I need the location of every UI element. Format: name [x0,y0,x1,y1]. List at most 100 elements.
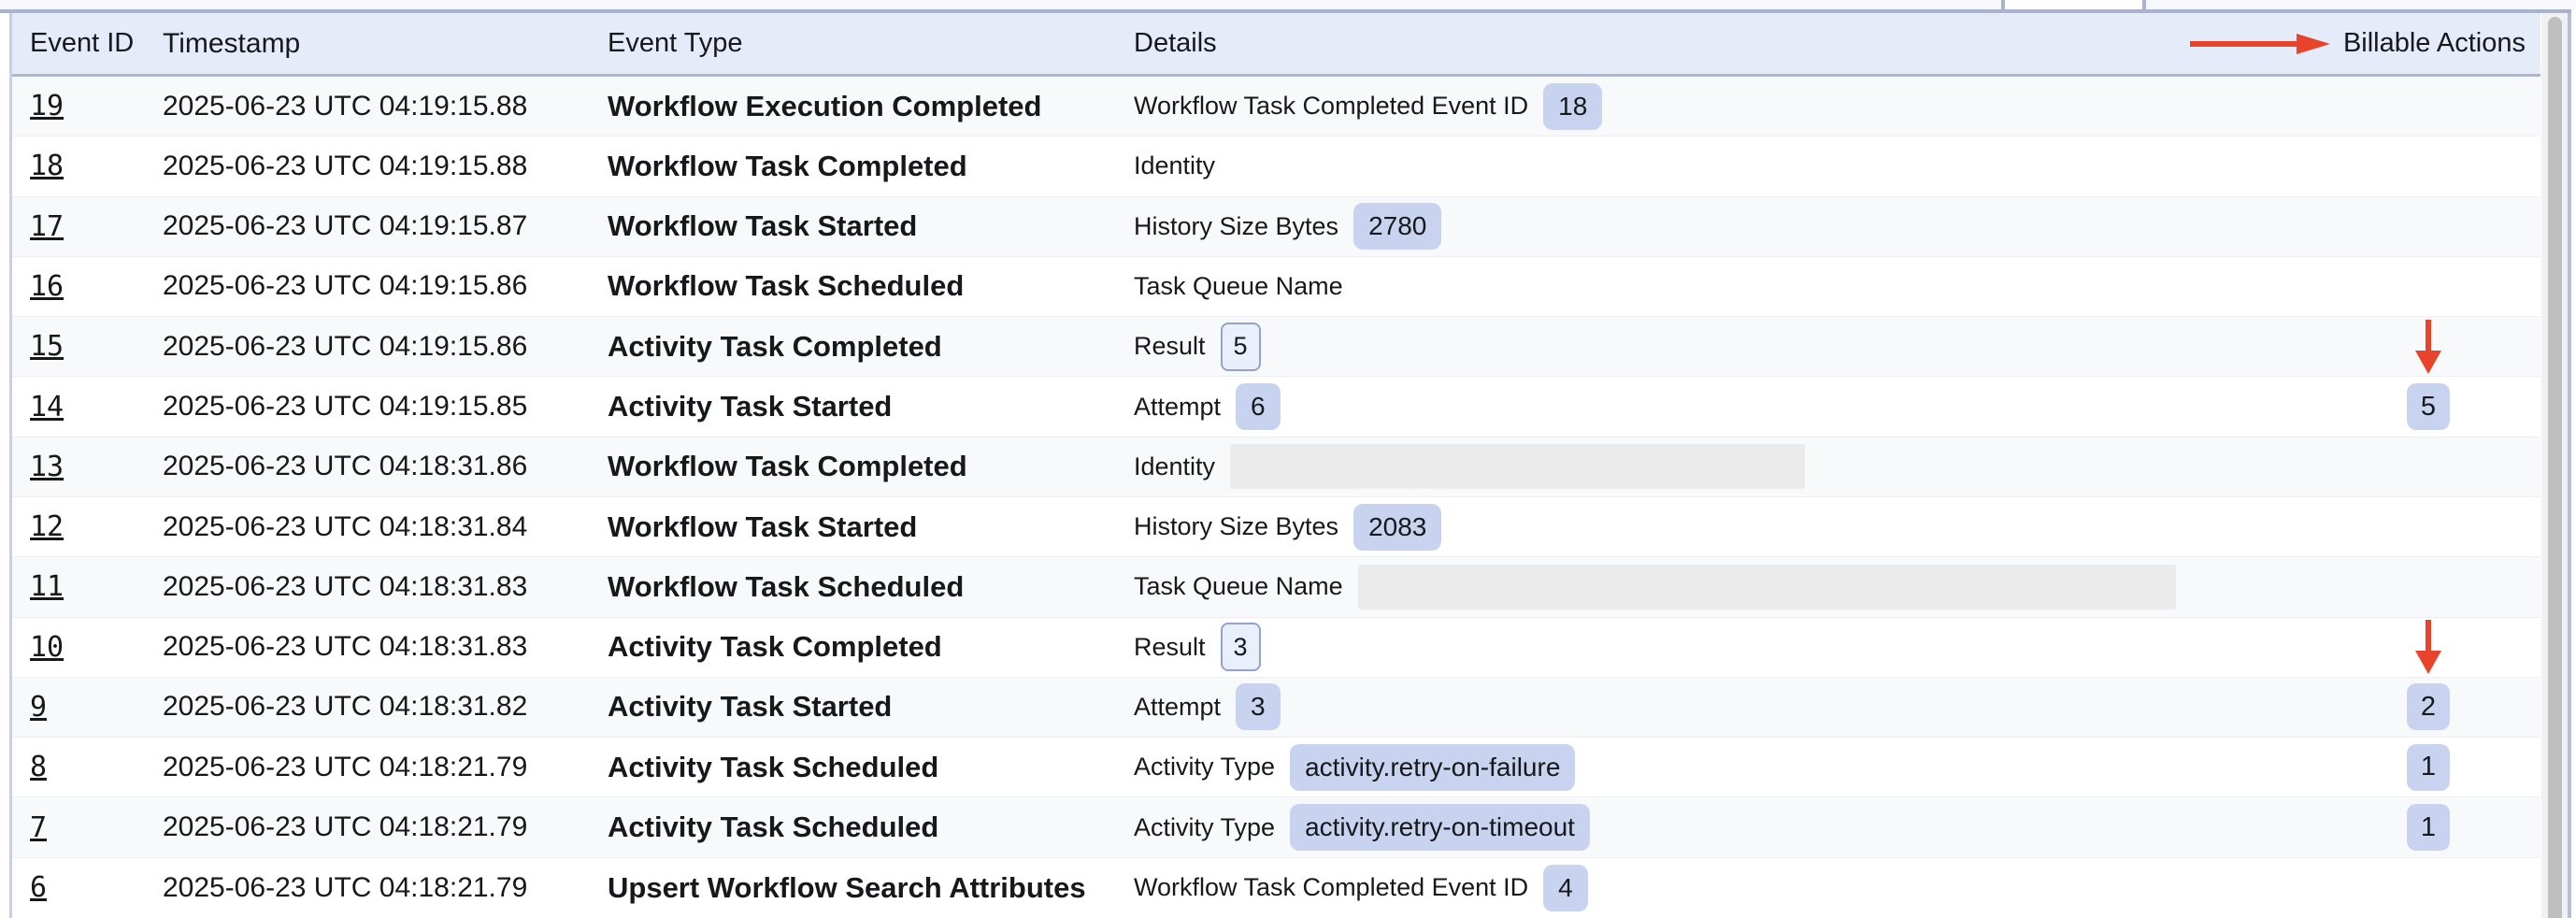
detail-label: Activity Type [1134,753,1275,782]
event-type: Workflow Execution Completed [606,90,1129,123]
detail-label: Result [1134,633,1206,662]
event-timestamp: 2025-06-23 UTC 04:19:15.86 [159,331,606,363]
annotation-arrow-down-icon [2410,620,2447,674]
billable-actions-count: 1 [2407,744,2450,791]
event-type: Workflow Task Started [606,209,1129,243]
detail-label: History Size Bytes [1134,212,1338,241]
detail-label: Workflow Task Completed Event ID [1134,92,1528,121]
event-type: Upsert Workflow Search Attributes [606,871,1129,905]
event-timestamp: 2025-06-23 UTC 04:18:31.83 [159,571,606,603]
detail-value-chip-outlined: 3 [1221,623,1261,671]
detail-label: History Size Bytes [1134,512,1338,541]
event-id-link[interactable]: 13 [30,451,64,483]
event-row[interactable]: 6 2025-06-23 UTC 04:18:21.79 Upsert Work… [12,858,2540,918]
event-timestamp: 2025-06-23 UTC 04:19:15.86 [159,270,606,302]
scrollbar [2540,13,2576,918]
event-row[interactable]: 11 2025-06-23 UTC 04:18:31.83 Workflow T… [12,557,2540,617]
event-type: Workflow Task Completed [606,450,1129,483]
detail-label: Task Queue Name [1134,572,1343,601]
event-row[interactable]: 18 2025-06-23 UTC 04:19:15.88 Workflow T… [12,136,2540,196]
event-timestamp: 2025-06-23 UTC 04:18:31.82 [159,691,606,723]
event-id-link[interactable]: 9 [30,691,47,724]
detail-value-chip-outlined: 5 [1221,323,1261,371]
window-edge-line [2568,13,2571,918]
event-id-link[interactable]: 7 [30,811,47,844]
detail-value-chip: 4 [1543,865,1588,911]
event-timestamp: 2025-06-23 UTC 04:18:21.79 [159,811,606,843]
detail-label: Workflow Task Completed Event ID [1134,873,1528,902]
active-tab-fragment [2001,0,2146,9]
billable-actions-count: 5 [2407,383,2450,430]
detail-value-chip: 18 [1543,83,1602,130]
event-timestamp: 2025-06-23 UTC 04:18:31.83 [159,631,606,663]
event-id-link[interactable]: 14 [30,391,64,423]
column-header-event-id: Event ID [12,28,159,59]
annotation-arrow-right-icon [2190,32,2330,56]
column-header-timestamp: Timestamp [159,28,606,60]
column-header-event-type: Event Type [606,28,1129,59]
table-header-row: Event ID Timestamp Event Type Details Bi… [12,13,2540,77]
column-header-billable-actions-label: Billable Actions [2343,28,2526,59]
redacted-value [1358,565,2176,610]
event-id-link[interactable]: 10 [30,631,64,664]
event-id-link[interactable]: 19 [30,90,64,122]
detail-value-chip: 2780 [1353,203,1441,250]
event-type: Activity Task Scheduled [606,751,1129,784]
event-row[interactable]: 10 2025-06-23 UTC 04:18:31.83 Activity T… [12,618,2540,678]
billable-actions-count: 2 [2407,683,2450,730]
table-body: 19 2025-06-23 UTC 04:19:15.88 Workflow E… [12,77,2540,918]
detail-value-chip: 3 [1236,683,1281,730]
event-row[interactable]: 7 2025-06-23 UTC 04:18:21.79 Activity Ta… [12,797,2540,857]
top-bar-remnant [0,0,2576,9]
event-type: Activity Task Completed [606,630,1129,664]
event-type: Activity Task Completed [606,330,1129,364]
event-id-link[interactable]: 8 [30,751,47,783]
event-history-screen: Event ID Timestamp Event Type Details Bi… [0,0,2576,918]
detail-label: Task Queue Name [1134,272,1343,301]
event-timestamp: 2025-06-23 UTC 04:19:15.88 [159,151,606,182]
annotation-arrow-down-icon [2410,320,2447,374]
event-row[interactable]: 15 2025-06-23 UTC 04:19:15.86 Activity T… [12,317,2540,377]
scrollbar-thumb[interactable] [2548,17,2562,918]
event-id-link[interactable]: 17 [30,210,64,243]
redacted-value [1230,444,1805,489]
event-row[interactable]: 8 2025-06-23 UTC 04:18:21.79 Activity Ta… [12,738,2540,797]
detail-label: Identity [1134,151,1215,180]
event-id-link[interactable]: 16 [30,270,64,303]
event-id-link[interactable]: 6 [30,871,47,904]
event-id-link[interactable]: 11 [30,570,64,603]
event-row[interactable]: 9 2025-06-23 UTC 04:18:31.82 Activity Ta… [12,678,2540,738]
detail-value-chip: activity.retry-on-failure [1290,744,1575,791]
event-timestamp: 2025-06-23 UTC 04:19:15.88 [159,91,606,122]
event-history-table: Event ID Timestamp Event Type Details Bi… [9,13,2540,918]
billable-actions-count: 1 [2407,804,2450,851]
event-type: Activity Task Scheduled [606,810,1129,844]
event-id-link[interactable]: 18 [30,150,64,182]
event-type: Workflow Task Scheduled [606,570,1129,604]
column-header-details: Details [1129,28,2288,59]
event-row[interactable]: 13 2025-06-23 UTC 04:18:31.86 Workflow T… [12,437,2540,497]
event-timestamp: 2025-06-23 UTC 04:18:31.84 [159,511,606,543]
event-row[interactable]: 16 2025-06-23 UTC 04:19:15.86 Workflow T… [12,257,2540,317]
event-type: Workflow Task Scheduled [606,269,1129,303]
event-id-link[interactable]: 12 [30,510,64,543]
event-row[interactable]: 19 2025-06-23 UTC 04:19:15.88 Workflow E… [12,77,2540,136]
detail-label: Attempt [1134,693,1221,722]
event-row[interactable]: 12 2025-06-23 UTC 04:18:31.84 Workflow T… [12,497,2540,557]
event-timestamp: 2025-06-23 UTC 04:18:21.79 [159,872,606,904]
column-header-billable-actions: Billable Actions [2288,28,2540,59]
detail-value-chip: activity.retry-on-timeout [1290,804,1590,851]
event-type: Activity Task Started [606,390,1129,423]
detail-label: Result [1134,332,1206,361]
event-id-link[interactable]: 15 [30,330,64,363]
detail-value-chip: 2083 [1353,504,1441,551]
event-timestamp: 2025-06-23 UTC 04:18:21.79 [159,752,606,783]
event-timestamp: 2025-06-23 UTC 04:18:31.86 [159,451,606,482]
event-type: Workflow Task Completed [606,150,1129,183]
event-row[interactable]: 14 2025-06-23 UTC 04:19:15.85 Activity T… [12,377,2540,437]
event-type: Workflow Task Started [606,510,1129,544]
event-row[interactable]: 17 2025-06-23 UTC 04:19:15.87 Workflow T… [12,197,2540,257]
detail-label: Activity Type [1134,813,1275,842]
detail-value-chip: 6 [1236,383,1281,430]
detail-label: Identity [1134,452,1215,481]
